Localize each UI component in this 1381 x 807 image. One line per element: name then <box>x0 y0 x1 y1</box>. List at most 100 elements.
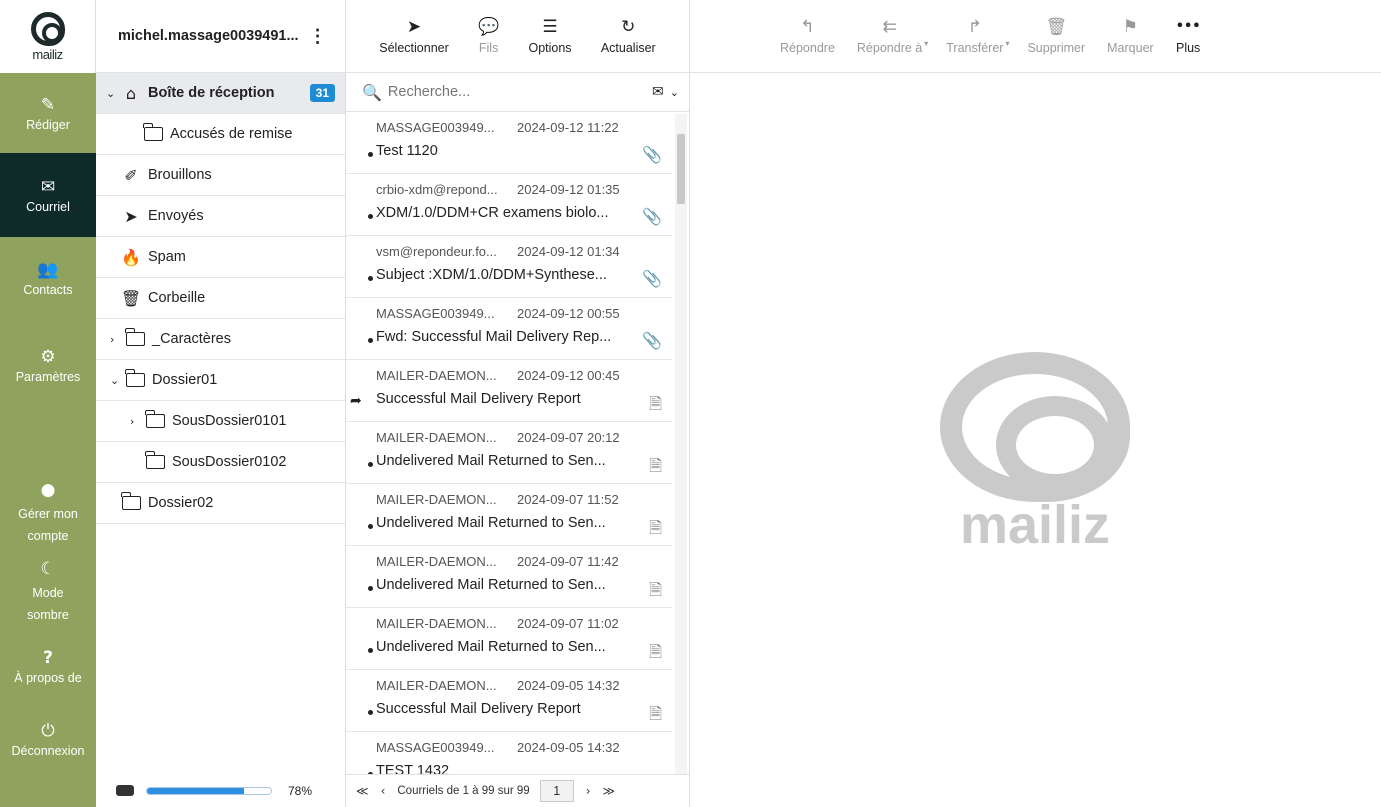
threads-label: Fils <box>478 41 499 55</box>
folder-dossier02[interactable]: Dossier02 <box>96 483 345 524</box>
message-subject: Undelivered Mail Returned to Sen... <box>376 515 606 531</box>
reply-button[interactable]: ↰ Répondre <box>780 17 835 55</box>
contacts-icon: 👥 <box>37 259 59 280</box>
mark-label: Marquer <box>1107 41 1154 55</box>
message-date: 2024-09-07 20:12 <box>517 430 620 445</box>
account-name[interactable]: michel.massage0039491... <box>118 28 299 44</box>
folder-inbox[interactable]: ⌄ ⌂ Boîte de réception 31 <box>96 73 345 114</box>
rail-account[interactable]: ● Gérer mon compte <box>0 473 96 553</box>
folder-icon <box>120 492 142 510</box>
chevron-down-icon[interactable]: ⌄ <box>106 87 120 100</box>
sliders-icon: ☰ <box>542 17 558 37</box>
rail-contacts-label: Contacts <box>23 282 73 297</box>
folder-sousdossier0102[interactable]: SousDossier0102 <box>96 442 345 483</box>
message-sender: MASSAGE003949... <box>376 740 495 755</box>
rail-settings[interactable]: ⚙ Paramètres <box>0 319 96 411</box>
last-page-button[interactable]: ≫ <box>603 784 616 798</box>
document-icon: 🗎 <box>649 394 662 413</box>
chevron-right-icon[interactable]: › <box>130 415 144 428</box>
quota-bar <box>146 786 272 795</box>
message-row[interactable]: MAILER-DAEMON... 2024-09-07 11:02 Undelive… <box>346 608 672 670</box>
scrollbar-thumb[interactable] <box>677 134 685 204</box>
first-page-button[interactable]: ≪ <box>356 784 369 798</box>
refresh-button[interactable]: ↻ Actualiser <box>601 17 656 55</box>
message-subject: Subject :XDM/1.0/DDM+Synthese... <box>376 267 607 283</box>
at-logo-icon <box>30 11 65 46</box>
folder-trash[interactable]: 🗑 Corbeille <box>96 278 345 319</box>
message-row[interactable]: crbio-xdm@repond... 2024-09-12 01:35 XDM/1… <box>346 174 672 236</box>
select-button[interactable]: ➤ Sélectionner <box>379 17 449 55</box>
forward-button[interactable]: ↱ Transférer <box>946 17 1003 55</box>
rail-logout[interactable]: ⏻ Déconnexion <box>0 701 96 777</box>
mark-button[interactable]: ⚑ Marquer <box>1107 17 1154 55</box>
message-row[interactable]: MAILER-DAEMON... 2024-09-07 11:52 Undelive… <box>346 484 672 546</box>
folder-sousdossier0101-label: SousDossier0101 <box>172 413 287 429</box>
pencil-icon: ✐ <box>124 165 138 185</box>
reply-all-button[interactable]: ⇇ Répondre à <box>857 17 922 55</box>
folder-dossier01[interactable]: ⌄ Dossier01 <box>96 360 345 401</box>
unread-dot-icon <box>368 462 373 467</box>
refresh-icon: ↻ <box>621 17 636 37</box>
prev-page-button[interactable]: ‹ <box>381 784 386 798</box>
message-subject: Successful Mail Delivery Report <box>376 701 581 717</box>
message-list-scrollbar[interactable] <box>675 114 687 774</box>
next-page-button[interactable]: › <box>586 784 591 798</box>
rail-about[interactable]: ? À propos de <box>0 631 96 701</box>
message-subject: Successful Mail Delivery Report <box>376 391 581 407</box>
rail-mail-label: Courriel <box>26 199 70 214</box>
account-bar: michel.massage0039491... ⋮ <box>96 0 345 73</box>
folder-drafts-label: Brouillons <box>148 167 212 183</box>
rail-compose[interactable]: ✎ Rédiger <box>0 73 96 153</box>
message-meta: MAILER-DAEMON... 2024-09-07 20:12 <box>376 430 672 445</box>
app-logo[interactable]: mailiz <box>0 0 96 73</box>
message-meta: MAILER-DAEMON... 2024-09-12 00:45 <box>376 368 672 383</box>
message-row[interactable]: MAILER-DAEMON... 2024-09-07 11:42 Undelive… <box>346 546 672 608</box>
folder-sousdossier0101[interactable]: › SousDossier0101 <box>96 401 345 442</box>
power-icon: ⏻ <box>41 720 55 741</box>
message-sender: MAILER-DAEMON... <box>376 678 497 693</box>
rail-logout-label: Déconnexion <box>11 743 85 758</box>
document-icon: 🗎 <box>649 456 662 475</box>
rail-mail[interactable]: ✉ Courriel <box>0 153 96 237</box>
rail-dark-mode-label: Mode sombre <box>27 585 69 622</box>
rail-dark-mode[interactable]: ☾ Mode sombre <box>0 553 96 631</box>
page-number-input[interactable]: 1 <box>539 780 574 802</box>
chevron-down-icon[interactable]: ⌄ <box>110 374 124 387</box>
options-button[interactable]: ☰ Options <box>528 17 571 55</box>
envelope-icon: ✉ <box>40 176 56 197</box>
folder-sent[interactable]: ➤ Envoyés <box>96 196 345 237</box>
message-row[interactable]: MAILER-DAEMON... 2024-09-12 00:45 ➦ Success… <box>346 360 672 422</box>
more-button[interactable]: ••• Plus <box>1176 17 1201 55</box>
rail-contacts[interactable]: 👥 Contacts <box>0 237 96 319</box>
folder-spam[interactable]: 🔥 Spam <box>96 237 345 278</box>
search-input[interactable] <box>387 84 618 100</box>
folder-caracteres[interactable]: › _Caractères <box>96 319 345 360</box>
unread-dot-icon <box>368 214 373 219</box>
message-meta: MASSAGE003949... 2024-09-12 11:22 <box>376 120 672 135</box>
folder-drafts[interactable]: ✐ Brouillons <box>96 155 345 196</box>
folder-sent-label: Envoyés <box>148 208 204 224</box>
message-row[interactable]: MASSAGE003949... 2024-09-05 14:32 TEST 143… <box>346 732 672 774</box>
attachment-icon: 📎 <box>642 331 662 350</box>
delete-button[interactable]: 🗑 Supprimer <box>1027 17 1085 55</box>
message-row[interactable]: vsm@repondeur.fo... 2024-09-12 01:34 Subje… <box>346 236 672 298</box>
attachment-icon: 📎 <box>642 269 662 288</box>
message-sender: MAILER-DAEMON... <box>376 492 497 507</box>
chevron-right-icon[interactable]: › <box>110 333 124 346</box>
message-row[interactable]: MAILER-DAEMON... 2024-09-07 20:12 Undelive… <box>346 422 672 484</box>
quota-percent: 78% <box>288 783 313 798</box>
app-rail: mailiz ✎ Rédiger ✉ Courriel 👥 Contacts ⚙… <box>0 0 96 807</box>
fire-icon: 🔥 <box>121 247 141 267</box>
quota-fill <box>147 787 244 794</box>
message-row[interactable]: MAILER-DAEMON... 2024-09-05 14:32 Successf… <box>346 670 672 732</box>
folder-delivery-receipts[interactable]: Accusés de remise <box>96 114 345 155</box>
envelope-filter-icon[interactable]: ✉ <box>652 84 664 100</box>
chevron-down-icon[interactable]: ⌄ <box>670 86 679 99</box>
reply-all-caret-icon[interactable]: ▾ <box>924 39 928 48</box>
message-row[interactable]: MASSAGE003949... 2024-09-12 00:55 Fwd: Suc… <box>346 298 672 360</box>
at-watermark-icon <box>940 352 1130 502</box>
forward-caret-icon[interactable]: ▾ <box>1005 39 1009 48</box>
message-row[interactable]: MASSAGE003949... 2024-09-12 11:22 Test 112… <box>346 112 672 174</box>
threads-button[interactable]: 💬 Fils <box>478 17 499 55</box>
kebab-menu-icon[interactable]: ⋮ <box>309 26 327 47</box>
